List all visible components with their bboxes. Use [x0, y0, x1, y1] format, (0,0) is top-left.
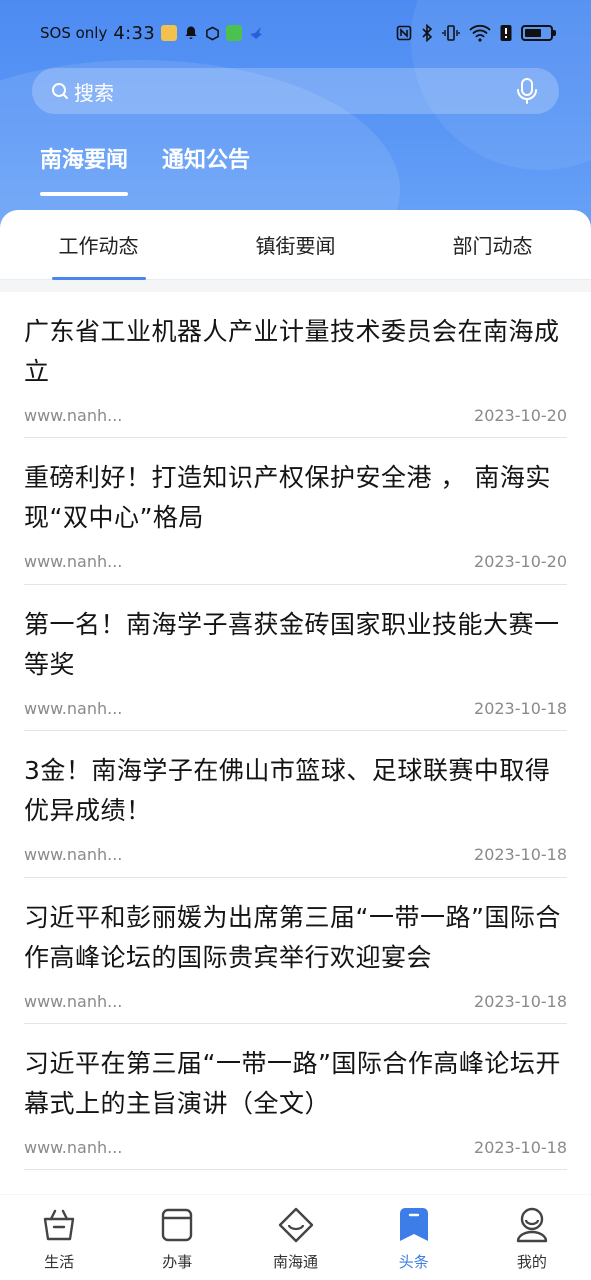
- news-item[interactable]: 广东省工业机器人产业计量技术委员会在南海成立 www.nanh... 2023-…: [24, 292, 567, 439]
- bookmark-icon: [399, 1208, 428, 1241]
- tab-announcements[interactable]: 通知公告: [162, 142, 250, 196]
- nav-label: 我的: [516, 1253, 547, 1271]
- news-date: 2023-10-20: [474, 406, 567, 425]
- diamond-icon: [278, 1207, 313, 1243]
- tab-town-news[interactable]: 镇街要闻: [197, 210, 394, 279]
- search-icon: [52, 83, 68, 99]
- news-source: www.nanh...: [24, 552, 123, 572]
- news-item[interactable]: 第一名！南海学子喜获金砖国家职业技能大赛一等奖 www.nanh... 2023…: [24, 585, 567, 732]
- user-icon: [516, 1207, 548, 1243]
- news-item[interactable]: 3金！南海学子在佛山市篮球、足球联赛中取得优异成绩！ www.nanh... 2…: [24, 731, 567, 878]
- news-title: 重磅利好！打造知识产权保护安全港 ， 南海实现“双中心”格局: [24, 463, 551, 533]
- nav-label: 办事: [162, 1253, 193, 1271]
- bell-icon: [185, 26, 197, 39]
- sub-tabs: 工作动态 镇街要闻 部门动态: [0, 210, 591, 280]
- basket-icon: [43, 1209, 75, 1241]
- search-bar[interactable]: 搜索: [32, 68, 559, 114]
- news-title: 3金！南海学子在佛山市篮球、足球联赛中取得优异成绩！: [24, 756, 551, 826]
- news-title: 习近平和彭丽媛为出席第三届“一带一路”国际合作高峰论坛的国际贵宾举行欢迎宴会: [24, 902, 561, 972]
- wechat-icon: [225, 25, 242, 41]
- nav-label: 南海通: [273, 1253, 319, 1271]
- battery-icon: [521, 25, 556, 41]
- search-placeholder: 搜索: [74, 80, 114, 105]
- nav-services[interactable]: 办事: [118, 1195, 236, 1280]
- news-title: 习近平在第三届“一带一路”国际合作高峰论坛开幕式上的主旨演讲（全文）: [24, 1048, 561, 1118]
- news-source: www.nanh...: [24, 698, 123, 718]
- bird-icon: [249, 27, 262, 39]
- tab-nanhai-news[interactable]: 南海要闻: [40, 142, 129, 196]
- news-source: www.nanh...: [24, 991, 123, 1011]
- nav-life[interactable]: 生活: [0, 1195, 118, 1280]
- wifi-icon: [469, 24, 491, 42]
- nav-label: 生活: [44, 1253, 75, 1271]
- news-source: www.nanh...: [24, 406, 123, 425]
- window-icon: [162, 1208, 193, 1242]
- news-list: 广东省工业机器人产业计量技术委员会在南海成立 www.nanh... 2023-…: [24, 292, 567, 1171]
- tab-department-updates[interactable]: 部门动态: [394, 210, 591, 279]
- news-item[interactable]: 重磅利好！打造知识产权保护安全港 ， 南海实现“双中心”格局 www.nanh.…: [24, 438, 567, 585]
- news-date: 2023-10-18: [474, 845, 567, 865]
- cube-icon: [206, 26, 219, 40]
- nav-headlines[interactable]: 头条: [355, 1195, 473, 1280]
- news-title: 第一名！南海学子喜获金砖国家职业技能大赛一等奖: [24, 609, 560, 679]
- news-source: www.nanh...: [24, 845, 123, 865]
- header-background: SOS only 4:33 搜索 南海要闻 通知公告: [0, 0, 591, 240]
- nav-mine[interactable]: 我的: [473, 1195, 591, 1280]
- nav-label: 头条: [398, 1253, 429, 1271]
- news-date: 2023-10-18: [474, 991, 567, 1011]
- divider: [0, 280, 591, 292]
- news-title: 广东省工业机器人产业计量技术委员会在南海成立: [24, 317, 560, 386]
- news-item[interactable]: 习近平和彭丽媛为出席第三届“一带一路”国际合作高峰论坛的国际贵宾举行欢迎宴会 w…: [24, 878, 567, 1024]
- tab-work-updates[interactable]: 工作动态: [0, 210, 197, 280]
- news-date: 2023-10-18: [474, 1137, 567, 1157]
- alert-icon: [500, 25, 512, 41]
- bottom-nav: 生活 办事 南海通 头条 我的: [0, 1195, 591, 1280]
- nav-nanhaitong[interactable]: 南海通: [236, 1195, 354, 1280]
- vibrate-icon: [442, 25, 460, 41]
- carrier-text: SOS only: [40, 24, 108, 42]
- clock: 4:33: [113, 22, 155, 44]
- news-source: www.nanh...: [24, 1137, 123, 1157]
- news-date: 2023-10-20: [474, 552, 567, 572]
- status-bar: SOS only 4:33: [0, 0, 591, 66]
- microphone-icon[interactable]: [515, 77, 539, 105]
- app-notification-icon: [160, 25, 177, 41]
- top-tabs: 南海要闻 通知公告: [40, 142, 250, 196]
- bluetooth-icon: [422, 24, 433, 42]
- news-date: 2023-10-18: [474, 698, 567, 718]
- news-item[interactable]: 习近平在第三届“一带一路”国际合作高峰论坛开幕式上的主旨演讲（全文） www.n…: [24, 1024, 567, 1171]
- nfc-icon: [396, 25, 412, 41]
- content-panel: 工作动态 镇街要闻 部门动态 广东省工业机器人产业计量技术委员会在南海成立 ww…: [0, 210, 591, 1280]
